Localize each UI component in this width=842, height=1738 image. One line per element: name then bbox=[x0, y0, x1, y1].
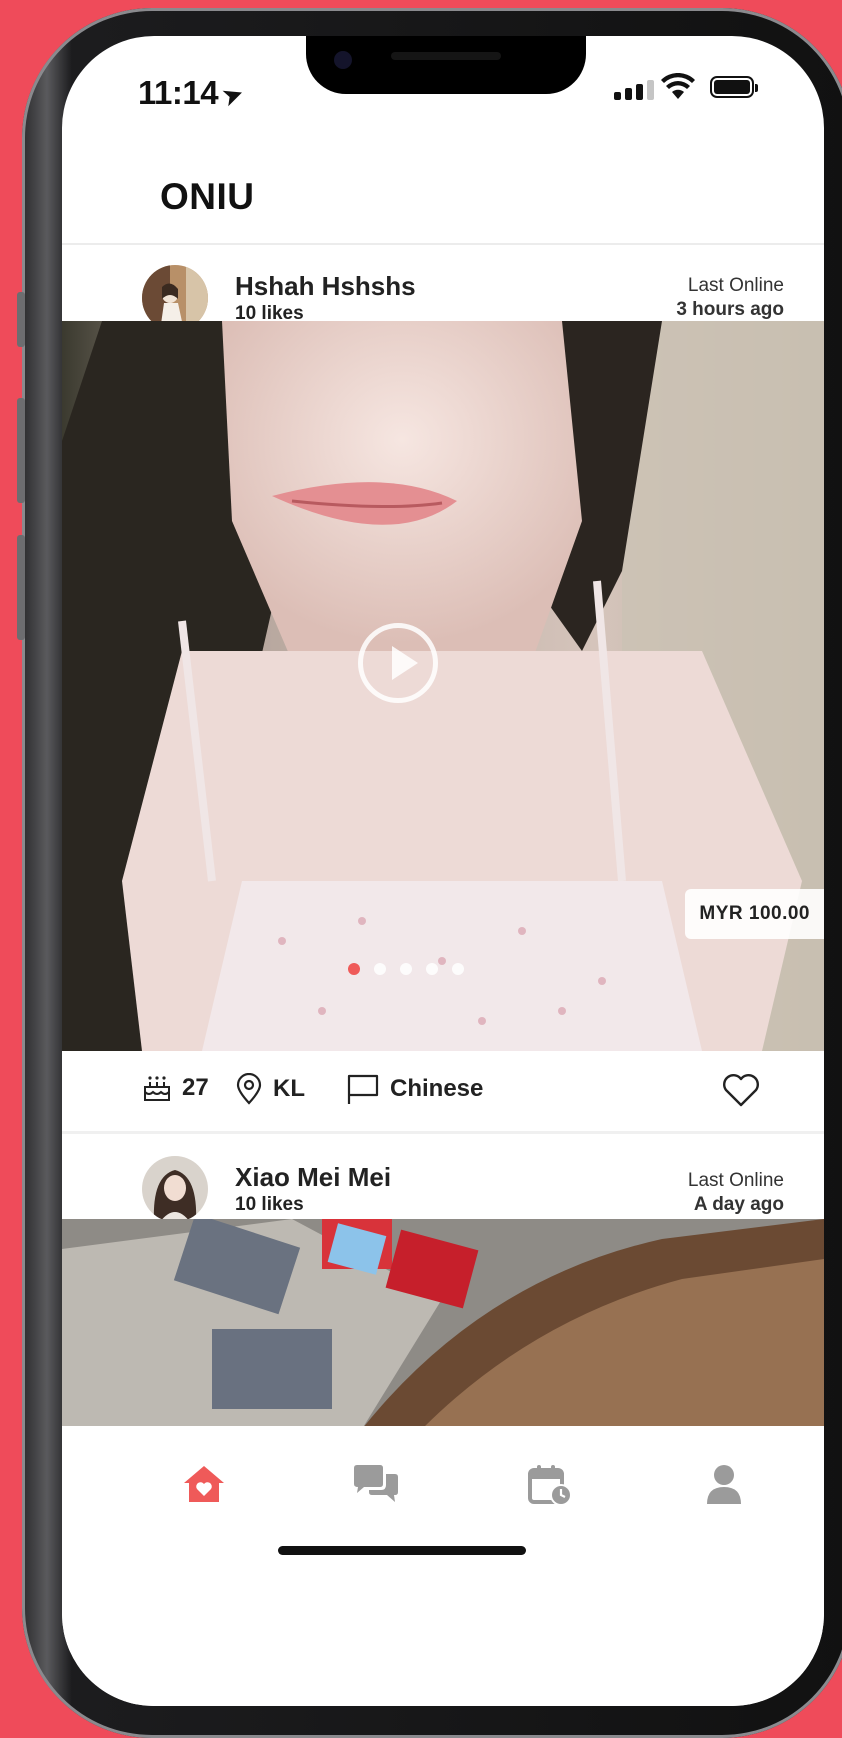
language-info: Chinese bbox=[346, 1073, 483, 1105]
carousel-dot[interactable] bbox=[426, 963, 438, 975]
calendar-clock-icon bbox=[528, 1465, 572, 1506]
chat-bubbles-icon bbox=[354, 1465, 398, 1502]
carousel-dot[interactable] bbox=[374, 963, 386, 975]
profile-icon bbox=[707, 1465, 741, 1504]
nav-messages[interactable] bbox=[352, 1464, 400, 1509]
home-heart-icon bbox=[184, 1466, 224, 1502]
volume-up-button bbox=[17, 398, 25, 503]
post-video[interactable]: MYR 100.00 bbox=[62, 321, 824, 1051]
heart-icon bbox=[723, 1074, 759, 1107]
last-online-label: Last Online bbox=[687, 1170, 784, 1191]
video-thumbnail bbox=[62, 321, 824, 1051]
carousel-indicator bbox=[348, 963, 464, 975]
nav-bookings[interactable] bbox=[528, 1464, 572, 1511]
location-info: KL bbox=[235, 1073, 305, 1105]
flag-icon bbox=[347, 1074, 379, 1104]
notch bbox=[306, 36, 586, 94]
location-pin-icon bbox=[236, 1073, 262, 1105]
post-video[interactable] bbox=[62, 1219, 824, 1429]
earpiece-speaker bbox=[391, 52, 501, 60]
poster-name[interactable]: Xiao Mei Mei bbox=[235, 1162, 391, 1193]
last-online-label: Last Online bbox=[687, 275, 784, 296]
age-info: 27 bbox=[142, 1073, 209, 1103]
age-value: 27 bbox=[182, 1074, 209, 1101]
silent-switch bbox=[17, 292, 25, 347]
app-title: ONIU bbox=[160, 176, 255, 217]
video-thumbnail bbox=[62, 1219, 824, 1429]
front-camera bbox=[334, 51, 352, 69]
volume-down-button bbox=[17, 535, 25, 640]
last-online-value: A day ago bbox=[693, 1194, 784, 1215]
post-meta-row: 27 KL Chinese bbox=[62, 1051, 824, 1131]
poster-name[interactable]: Hshah Hshshs bbox=[235, 271, 416, 302]
carousel-dot[interactable] bbox=[348, 963, 360, 975]
play-button-icon[interactable] bbox=[358, 623, 438, 703]
like-count: 10 likes bbox=[235, 1194, 304, 1215]
battery-icon bbox=[710, 76, 758, 98]
birthday-cake-icon bbox=[144, 1076, 170, 1101]
nav-profile[interactable] bbox=[706, 1464, 742, 1509]
language-value: Chinese bbox=[390, 1075, 484, 1102]
wifi-icon bbox=[661, 73, 695, 99]
avatar[interactable] bbox=[142, 1156, 208, 1222]
price-tag: MYR 100.00 bbox=[685, 889, 824, 939]
carousel-dot[interactable] bbox=[400, 963, 412, 975]
phone-screen: 11:14➤ ONIU Hshah Hshshs 10 likes Last O bbox=[62, 36, 824, 1706]
carousel-dot[interactable] bbox=[452, 963, 464, 975]
cellular-signal-icon bbox=[614, 80, 654, 100]
location-arrow-icon: ➤ bbox=[217, 77, 248, 113]
location-value: KL bbox=[273, 1075, 305, 1102]
home-indicator[interactable] bbox=[278, 1546, 526, 1555]
last-online-value: 3 hours ago bbox=[676, 299, 784, 320]
bottom-navigation bbox=[62, 1426, 824, 1706]
like-button[interactable] bbox=[722, 1073, 760, 1112]
status-time: 11:14➤ bbox=[138, 74, 248, 113]
nav-home[interactable] bbox=[182, 1464, 226, 1509]
